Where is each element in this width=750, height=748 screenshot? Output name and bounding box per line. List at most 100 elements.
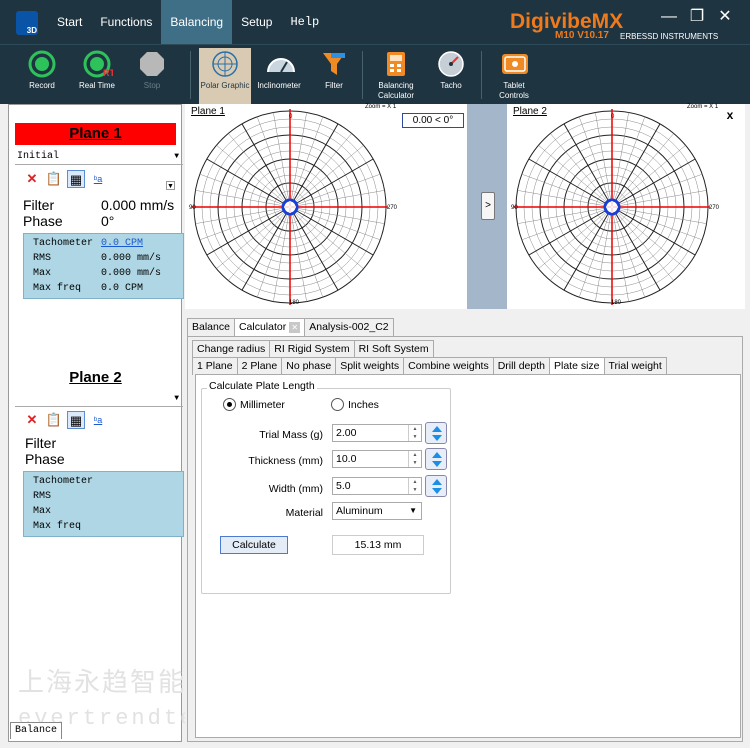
plane2-measurement-select[interactable]: ▼ (15, 391, 183, 407)
trial-mass-input[interactable]: 2.00 ▲ ▼ (332, 424, 422, 442)
radio-selected-icon (223, 398, 236, 411)
menu-balancing[interactable]: Balancing (161, 0, 233, 44)
menu-functions[interactable]: Functions (91, 0, 161, 44)
text-format-icon[interactable]: ᵇa (89, 411, 107, 429)
scroll-down-icon[interactable]: ▼ (166, 181, 175, 190)
realtime-icon: RT (83, 50, 115, 78)
spin-arrows-icon[interactable]: ▲ ▼ (408, 451, 421, 467)
inclinometer-icon (265, 50, 295, 78)
tachometer-link[interactable]: 0.0 CPM (101, 236, 181, 251)
thickness-label: Thickness (mm) (248, 455, 323, 467)
tab-analysis[interactable]: Analysis-002_C2 (304, 318, 394, 336)
plane1-phase-label: Phase (23, 213, 63, 229)
close-tab-icon[interactable]: ✕ (289, 322, 301, 333)
menu-help[interactable]: Help (281, 0, 328, 44)
tab-calculator[interactable]: Calculator ✕ (233, 318, 306, 336)
main-tabs: Balance Calculator ✕ Analysis-002_C2 (187, 318, 394, 336)
radio-empty-icon (331, 398, 344, 411)
tab-trial-weight[interactable]: Trial weight (603, 357, 667, 375)
plane1-title: Plane 1 (15, 123, 176, 145)
clipboard-icon[interactable]: 📋 (45, 411, 63, 429)
grid-view-icon[interactable]: ▦ (67, 411, 85, 429)
tab-ri-rigid[interactable]: RI Rigid System (269, 340, 355, 358)
polar-graphs: Plane 1 Zoom = X 1 0.00 < 0° 90 270 180 … (185, 104, 745, 309)
close-window-icon[interactable]: ✕ (711, 6, 739, 28)
polar-graphic-button[interactable]: Polar Graphic (199, 48, 251, 104)
close-polar-icon[interactable]: x (723, 108, 737, 122)
planes-panel: Plane 1 Initial ▼ ✕ 📋 ▦ ᵇa ▼ Filter 0.000… (8, 104, 184, 742)
polar-plot-plane1[interactable] (185, 104, 395, 309)
toolbar-divider (190, 51, 191, 99)
chevron-down-icon: ▼ (409, 506, 417, 515)
tab-balance[interactable]: Balance (187, 318, 235, 336)
trial-mass-stepper[interactable] (425, 422, 447, 444)
minimize-icon[interactable]: — (655, 6, 683, 28)
calculator-icon (382, 50, 410, 78)
plane1-phase-value: 0° (101, 213, 115, 229)
tablet-controls-icon (500, 50, 528, 78)
calculate-button[interactable]: Calculate (220, 536, 288, 554)
tab-drill-depth[interactable]: Drill depth (492, 357, 550, 375)
plane2-title: Plane 2 (69, 369, 122, 386)
trial-mass-label: Trial Mass (g) (259, 429, 323, 441)
tab-split-weights[interactable]: Split weights (335, 357, 405, 375)
grid-view-icon[interactable]: ▦ (67, 170, 85, 188)
tacho-button[interactable]: Tacho (425, 48, 477, 104)
stop-icon (138, 50, 166, 78)
balancing-calculator-button[interactable]: Balancing Calculator (370, 48, 422, 104)
unit-millimeter-radio[interactable]: Millimeter (223, 398, 285, 411)
width-label: Width (mm) (268, 483, 323, 495)
tablet-controls-button[interactable]: Tablet Controls (488, 48, 540, 104)
plane2-info-box: Tachometer RMS Max Max freq (23, 471, 184, 537)
plane1-filter-value: 0.000 mm/s (101, 197, 175, 213)
main-menu: Start Functions Balancing Setup Help (48, 0, 328, 44)
plane1-measurement-select[interactable]: Initial ▼ (15, 149, 183, 165)
polar-plot-plane2[interactable] (507, 104, 717, 309)
tab-no-phase[interactable]: No phase (281, 357, 337, 375)
record-icon (28, 50, 56, 78)
tab-change-radius[interactable]: Change radius (192, 340, 271, 358)
clipboard-icon[interactable]: 📋 (45, 170, 63, 188)
tab-combine-weights[interactable]: Combine weights (403, 357, 494, 375)
tab-2-plane[interactable]: 2 Plane (236, 357, 283, 375)
tab-balance-bottom[interactable]: Balance (10, 722, 62, 739)
delete-icon[interactable]: ✕ (23, 170, 41, 188)
plane1-info-box: Tachometer 0.0 CPM RMS 0.000 mm/s Max 0.000… (23, 233, 184, 299)
realtime-button[interactable]: RT Real Time (71, 48, 123, 104)
polar-graphic-icon (211, 50, 239, 78)
calc-tabs-row2: 1 Plane 2 Plane No phase Split weights C… (192, 357, 667, 375)
spin-arrows-icon[interactable]: ▲ ▼ (408, 478, 421, 494)
chevron-down-icon: ▼ (174, 152, 179, 161)
plane1-tools: ✕ 📋 ▦ ᵇa (23, 168, 107, 190)
menu-start[interactable]: Start (48, 0, 91, 44)
restore-icon[interactable]: ❐ (683, 6, 711, 28)
phase-readout: 0.00 < 0° (402, 113, 464, 128)
plate-length-result: 15.13 mm (332, 535, 424, 555)
tab-1-plane[interactable]: 1 Plane (192, 357, 238, 375)
brand-company: ERBESSD INSTRUMENTS (620, 32, 719, 41)
stop-button[interactable]: Stop (126, 48, 178, 104)
app-logo-icon: 3D (16, 11, 38, 35)
unit-inches-radio[interactable]: Inches (331, 398, 379, 411)
spin-arrows-icon[interactable]: ▲ ▼ (408, 425, 421, 441)
plane2-phase-label: Phase (25, 451, 65, 467)
filter-funnel-icon (320, 50, 348, 78)
tab-ri-soft[interactable]: RI Soft System (353, 340, 434, 358)
menu-setup[interactable]: Setup (232, 0, 281, 44)
plate-length-group-title: Calculate Plate Length (207, 380, 317, 392)
width-stepper[interactable] (425, 475, 447, 497)
filter-button[interactable]: Filter (308, 48, 360, 104)
thickness-input[interactable]: 10.0 ▲ ▼ (332, 450, 422, 468)
text-format-icon[interactable]: ᵇa (89, 170, 107, 188)
width-input[interactable]: 5.0 ▲ ▼ (332, 477, 422, 495)
tab-plate-size[interactable]: Plate size (548, 357, 605, 375)
expand-chevron-icon[interactable]: > (481, 192, 495, 220)
record-button[interactable]: Record (16, 48, 68, 104)
tacho-gauge-icon (437, 50, 465, 78)
material-select[interactable]: Aluminum ▼ (332, 502, 422, 520)
inclinometer-button[interactable]: Inclinometer (253, 48, 305, 104)
delete-icon[interactable]: ✕ (23, 411, 41, 429)
brand-version: M10 V10.17 (555, 30, 609, 41)
toolbar-divider (362, 51, 363, 99)
thickness-stepper[interactable] (425, 448, 447, 470)
